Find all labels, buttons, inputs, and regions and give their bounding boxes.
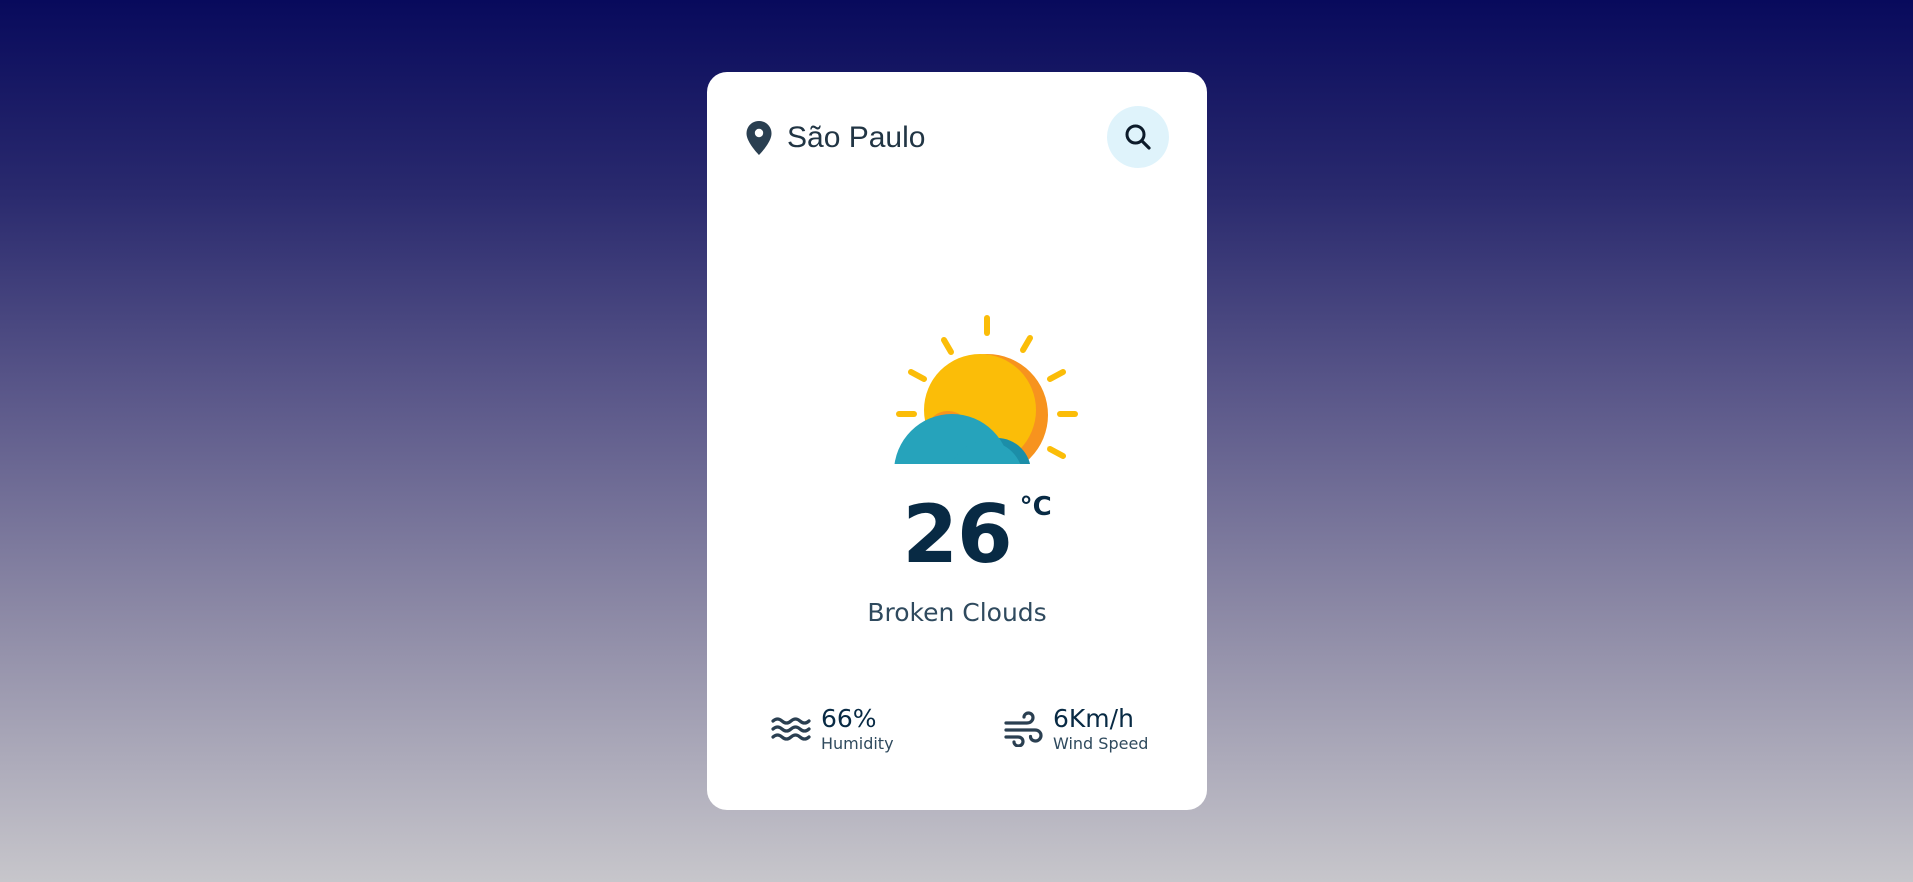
wind-speed-stat: 6Km/h Wind Speed <box>1003 704 1148 754</box>
search-icon <box>1125 124 1151 150</box>
sun-behind-cloud-icon <box>894 315 1078 464</box>
temperature-value: 26 <box>902 488 1012 581</box>
city-name: São Paulo <box>787 121 926 154</box>
temperature-unit: °C <box>1019 492 1052 522</box>
location: São Paulo <box>745 106 925 170</box>
humidity-label: Humidity <box>821 734 894 753</box>
wind-speed-label: Wind Speed <box>1053 734 1149 753</box>
search-button[interactable] <box>1107 106 1169 168</box>
wind-speed-value: 6Km/h <box>1053 704 1134 733</box>
weather-details: 66% Humidity 6Km/h Wind Speed <box>707 704 1207 764</box>
wind-icon <box>1004 711 1043 747</box>
weather-card: São Paulo 26 °C Broken Clouds 66% Humidi… <box>707 72 1207 810</box>
humidity-value: 66% <box>821 704 877 733</box>
weather-description: Broken Clouds <box>867 598 1047 627</box>
humidity-stat: 66% Humidity <box>771 704 894 754</box>
card-header: São Paulo <box>745 106 1169 170</box>
temperature-block: 26 °C <box>707 490 1207 580</box>
humidity-waves-icon <box>771 717 811 741</box>
map-pin-icon <box>746 121 772 155</box>
